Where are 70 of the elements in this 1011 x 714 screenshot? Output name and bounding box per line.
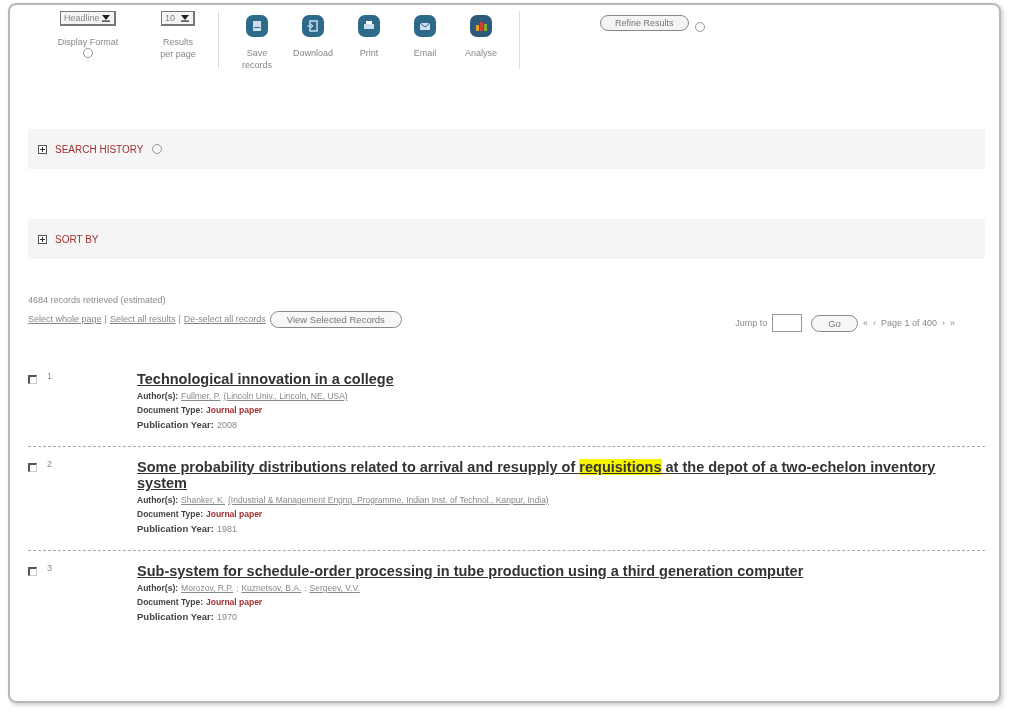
field-label: Author(s): xyxy=(137,583,179,593)
publication-year: 1981 xyxy=(216,524,237,534)
action-label[interactable]: Print xyxy=(359,47,379,59)
separator: ; xyxy=(304,584,307,593)
field-label: Author(s): xyxy=(137,391,179,401)
plus-box-icon[interactable] xyxy=(38,144,47,154)
record-title-link[interactable]: Technological innovation in a college xyxy=(137,371,985,387)
record-checkbox[interactable] xyxy=(28,463,37,472)
field-label: Author(s): xyxy=(137,495,179,505)
record-checkbox[interactable] xyxy=(28,375,37,384)
previous-page-link[interactable]: ‹ xyxy=(872,318,876,328)
next-page-link[interactable]: › xyxy=(942,318,945,328)
selection-link[interactable]: De-select all records xyxy=(183,314,266,324)
field-label: Publication Year: xyxy=(137,419,214,430)
caret-icon[interactable] xyxy=(101,14,111,22)
jump-label: Jump to xyxy=(735,318,768,328)
record-number: 3 xyxy=(46,563,53,575)
bar-chart-icon[interactable] xyxy=(470,15,492,37)
view-selected-button[interactable]: View Selected Records xyxy=(269,310,402,328)
section-label: SORT BY xyxy=(55,233,99,245)
author-link[interactable]: Morozov, R.P. xyxy=(181,583,234,593)
selection-link[interactable]: Select whole page xyxy=(28,314,102,324)
record-number: 2 xyxy=(46,459,53,471)
separator: | xyxy=(178,314,181,324)
plus-box-icon[interactable] xyxy=(38,234,47,244)
action-label[interactable]: Email xyxy=(413,47,437,59)
field-label: Document Type: xyxy=(137,509,203,519)
dropdown[interactable]: 10 xyxy=(161,11,195,26)
go-button[interactable]: Go xyxy=(811,314,858,332)
download-icon[interactable] xyxy=(302,15,324,37)
section-bar[interactable]: SORT BY xyxy=(28,219,985,259)
author-link[interactable]: Fullmer, P. xyxy=(181,391,221,401)
affiliation-link[interactable]: (Lincoln Univ., Lincoln, NE, USA) xyxy=(223,391,348,401)
field-label: Publication Year: xyxy=(137,611,214,622)
separator: | xyxy=(104,314,107,324)
dropdown-label: Results per page xyxy=(159,36,197,60)
separator: ; xyxy=(236,584,239,593)
record-title-link[interactable]: Some probability distributions related to arrival and resupply of requisitions at the depot of a two-echelon inventory system xyxy=(137,459,985,491)
record-number: 1 xyxy=(46,371,53,383)
dropdown[interactable]: Headline xyxy=(60,11,116,26)
affiliation-link[interactable]: (Industrial & Management Engng. Programme, Indian Inst. of Technol., Kanpur, India) xyxy=(228,495,549,505)
page-input[interactable] xyxy=(772,314,803,332)
section-bar[interactable]: SEARCH HISTORY xyxy=(28,129,985,169)
field-label: Document Type: xyxy=(137,597,203,607)
field-label: Publication Year: xyxy=(137,523,214,534)
record-title-link[interactable]: Sub-system for schedule-order processing in tube production using a third generation computer xyxy=(137,563,985,579)
records-count: 4684 records retrieved (estimated) xyxy=(28,295,167,305)
document-type: Journal paper xyxy=(205,405,263,415)
publication-year: 1970 xyxy=(216,612,237,622)
first-page-link[interactable]: « xyxy=(862,318,868,328)
record-checkbox[interactable] xyxy=(28,567,37,576)
action-label[interactable]: Download xyxy=(293,47,333,59)
printer-icon[interactable] xyxy=(358,15,380,37)
document-type: Journal paper xyxy=(205,509,263,519)
last-page-link[interactable]: » xyxy=(950,318,955,328)
author-link[interactable]: Sergeev, V.V. xyxy=(309,583,360,593)
page-indicator: Page 1 of 400 xyxy=(880,318,937,328)
selection-link[interactable]: Select all results xyxy=(109,314,176,324)
author-link[interactable]: Kuznetsov, B.A. xyxy=(241,583,302,593)
dropdown-label: Display Format xyxy=(56,36,120,48)
section-label: SEARCH HISTORY xyxy=(55,143,144,155)
publication-year: 2008 xyxy=(216,420,237,430)
author-link[interactable]: Shanker, K. xyxy=(181,495,226,505)
field-label: Document Type: xyxy=(137,405,203,415)
action-label[interactable]: Analyse xyxy=(465,47,497,59)
document-type: Journal paper xyxy=(205,597,263,607)
action-label[interactable]: Save records xyxy=(237,47,277,71)
envelope-icon[interactable] xyxy=(414,15,436,37)
refine-results-button[interactable]: Refine Results xyxy=(600,15,689,31)
caret-icon[interactable] xyxy=(180,14,190,22)
